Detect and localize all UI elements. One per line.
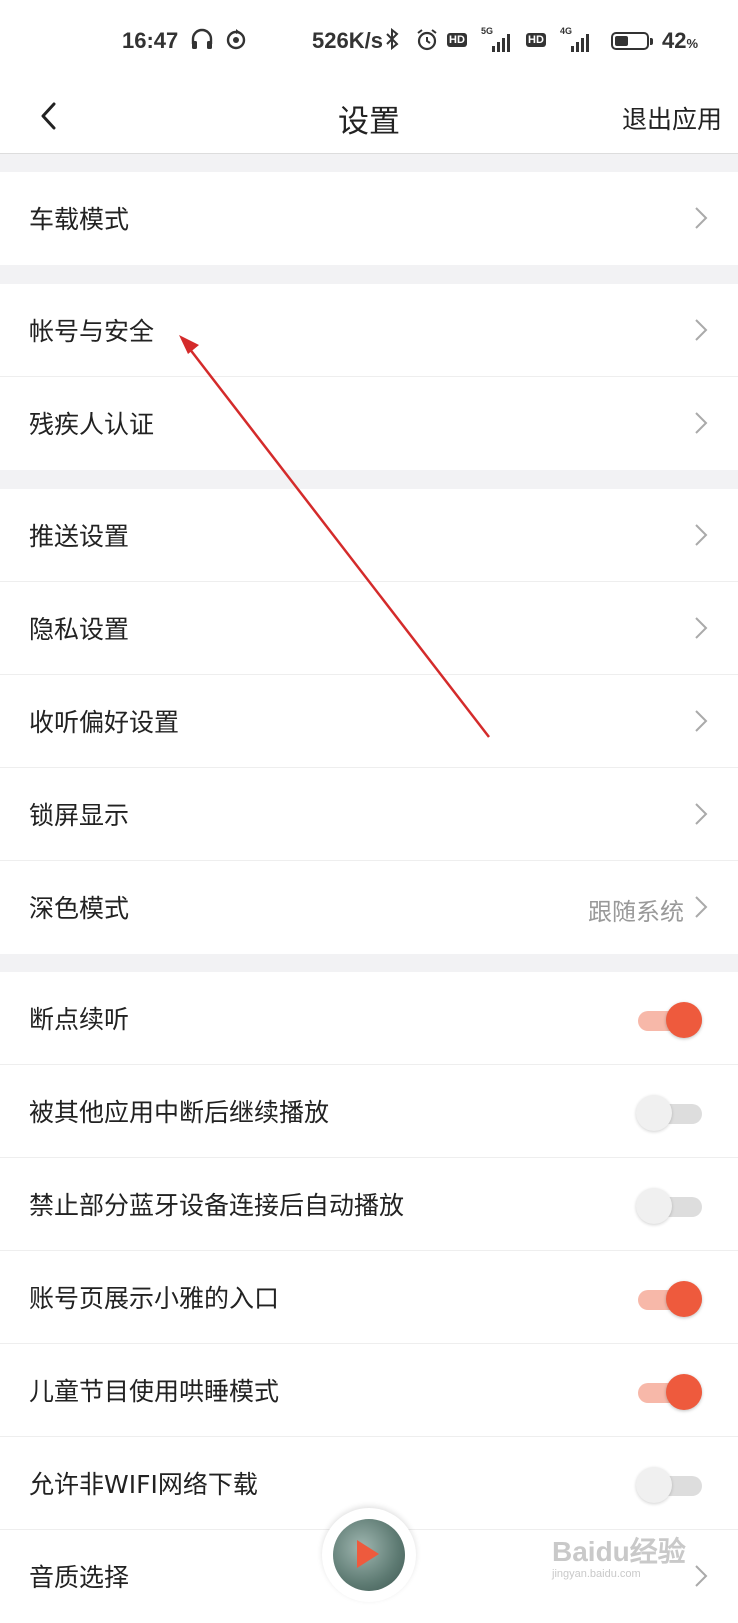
chevron-right-icon [695, 207, 708, 229]
signal-icon-1 [492, 32, 510, 52]
watermark-sub: jingyan.baidu.com [552, 1568, 641, 1580]
kids-sleep-row: 儿童节目使用哄睡模式 [0, 1344, 738, 1437]
nav-bar: 设置 退出应用 [0, 80, 738, 154]
toggle-knob [666, 1002, 702, 1038]
hd-badge-2: HD [526, 33, 546, 47]
kids-sleep-toggle[interactable] [638, 1374, 702, 1410]
non-wifi-download-label: 允许非WIFI网络下载 [29, 1470, 258, 1499]
mini-player-button[interactable] [322, 1508, 416, 1602]
listen-pref-row[interactable]: 收听偏好设置 [0, 675, 738, 768]
lock-screen-label: 锁屏显示 [29, 801, 130, 830]
resume-listening-label: 断点续听 [29, 1005, 130, 1034]
continue-after-interrupt-toggle[interactable] [636, 1095, 702, 1131]
disability-cert-label: 残疾人认证 [29, 410, 155, 439]
settings-group-3: 推送设置 隐私设置 收听偏好设置 锁屏显示 深色模式 跟随系统 [0, 489, 738, 954]
status-time: 16:47 [122, 28, 179, 53]
resume-listening-row: 断点续听 [0, 972, 738, 1065]
watermark: Baidu经验 jingyan.baidu.com [552, 1530, 686, 1580]
toggle-knob [636, 1095, 672, 1131]
battery-percent-value: 42 [662, 28, 687, 53]
disability-cert-row[interactable]: 残疾人认证 [0, 377, 738, 470]
non-wifi-download-toggle[interactable] [636, 1467, 702, 1503]
chevron-right-icon [695, 412, 708, 434]
alarm-icon [415, 28, 439, 58]
push-settings-label: 推送设置 [29, 522, 130, 551]
push-settings-row[interactable]: 推送设置 [0, 489, 738, 582]
battery-tip [650, 38, 653, 45]
continue-after-interrupt-row: 被其他应用中断后继续播放 [0, 1065, 738, 1158]
headphones-icon [190, 28, 214, 56]
network-speed: 526K/s [312, 28, 383, 53]
battery-percent-sign: % [686, 36, 699, 51]
chevron-right-icon [695, 896, 708, 918]
exit-app-button[interactable]: 退出应用 [622, 100, 722, 136]
dark-mode-row[interactable]: 深色模式 跟随系统 [0, 861, 738, 954]
toggle-knob [666, 1281, 702, 1317]
toggle-knob [636, 1467, 672, 1503]
continue-after-interrupt-label: 被其他应用中断后继续播放 [29, 1098, 330, 1127]
audio-quality-label: 音质选择 [29, 1563, 130, 1592]
chevron-right-icon [695, 617, 708, 639]
play-icon [357, 1540, 379, 1568]
dark-mode-label: 深色模式 [29, 894, 130, 923]
privacy-settings-row[interactable]: 隐私设置 [0, 582, 738, 675]
chevron-right-icon [695, 524, 708, 546]
lock-screen-row[interactable]: 锁屏显示 [0, 768, 738, 861]
xiaoya-entry-row: 账号页展示小雅的入口 [0, 1251, 738, 1344]
kids-sleep-label: 儿童节目使用哄睡模式 [29, 1377, 280, 1406]
chevron-right-icon [695, 803, 708, 825]
car-mode-row[interactable]: 车载模式 [0, 172, 738, 265]
signal-icon-2 [571, 32, 589, 52]
chevron-right-icon [695, 1565, 708, 1587]
account-security-label: 帐号与安全 [29, 317, 155, 346]
sync-icon [225, 28, 247, 56]
settings-group-1: 车载模式 [0, 172, 738, 265]
privacy-settings-label: 隐私设置 [29, 615, 130, 644]
bt-autoplay-toggle[interactable] [636, 1188, 702, 1224]
dark-mode-value: 跟随系统 [588, 898, 684, 926]
settings-group-2: 帐号与安全 残疾人认证 [0, 284, 738, 470]
bluetooth-icon [384, 27, 400, 56]
listen-pref-label: 收听偏好设置 [29, 708, 180, 737]
xiaoya-entry-label: 账号页展示小雅的入口 [29, 1284, 280, 1313]
hd-badge-1: HD [447, 33, 467, 47]
car-mode-label: 车载模式 [29, 205, 130, 234]
toggle-knob [636, 1188, 672, 1224]
account-security-row[interactable]: 帐号与安全 [0, 284, 738, 377]
resume-listening-toggle[interactable] [638, 1002, 702, 1038]
status-bar: 16:47 526K/s HD 5G HD 4G 42% [0, 0, 738, 80]
battery-percent: 42% [662, 28, 698, 54]
bt-autoplay-label: 禁止部分蓝牙设备连接后自动播放 [29, 1191, 405, 1220]
xiaoya-entry-toggle[interactable] [638, 1281, 702, 1317]
watermark-main: Baidu经验 [552, 1536, 686, 1567]
bt-autoplay-row: 禁止部分蓝牙设备连接后自动播放 [0, 1158, 738, 1251]
chevron-right-icon [695, 319, 708, 341]
toggle-knob [666, 1374, 702, 1410]
chevron-right-icon [695, 710, 708, 732]
battery-icon [611, 32, 653, 50]
battery-fill [615, 36, 628, 46]
